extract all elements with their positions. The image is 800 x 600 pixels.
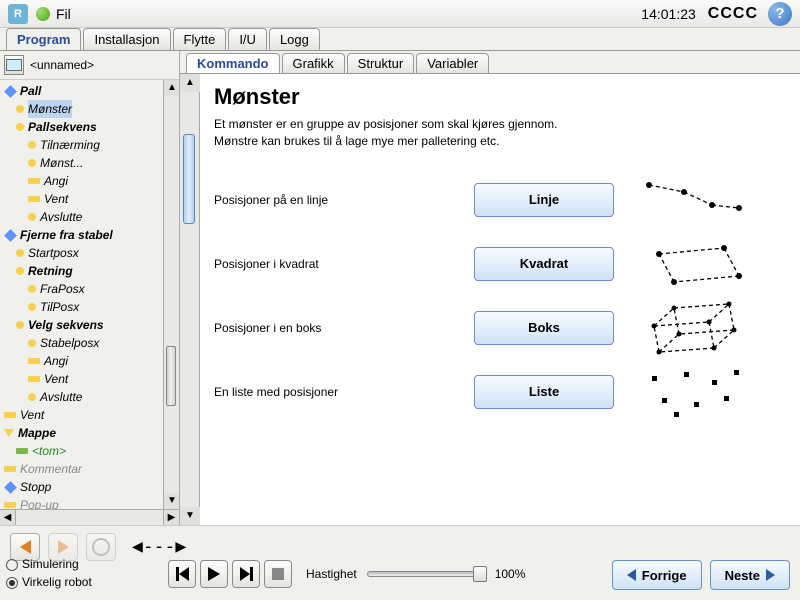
- program-tree[interactable]: Pall Mønster Pallsekvens Tilnærming Møns…: [0, 80, 163, 509]
- slider-handle[interactable]: [473, 566, 487, 582]
- tab-logg[interactable]: Logg: [269, 28, 320, 50]
- linje-button[interactable]: Linje: [474, 183, 614, 217]
- speed-label: Hastighet: [306, 567, 357, 581]
- tab-variabler[interactable]: Variabler: [416, 53, 489, 73]
- file-name: <unnamed>: [30, 58, 94, 72]
- main-tabs: Program Installasjon Flytte I/U Logg: [0, 28, 800, 50]
- radio-virkelig[interactable]: Virkelig robot: [6, 573, 92, 591]
- sub-tabs: Kommando Grafikk Struktur Variabler: [180, 53, 800, 73]
- status-dot-icon: [36, 7, 50, 21]
- row-label-boks: Posisjoner i en boks: [214, 321, 474, 335]
- tree-node-monster: Mønster: [28, 100, 72, 118]
- help-icon[interactable]: ?: [768, 2, 792, 26]
- boks-icon: [634, 298, 754, 358]
- scroll-thumb[interactable]: [183, 134, 195, 224]
- scroll-thumb[interactable]: [166, 346, 176, 406]
- scroll-down-icon[interactable]: ▼: [180, 507, 200, 525]
- tab-installasjon[interactable]: Installasjon: [83, 28, 170, 50]
- prev-button[interactable]: Forrige: [612, 560, 702, 590]
- scroll-down-icon[interactable]: ▼: [164, 493, 179, 509]
- liste-button[interactable]: Liste: [474, 375, 614, 409]
- left-pane: <unnamed> Pall Mønster Pallsekvens Tilnæ…: [0, 51, 180, 525]
- tree-vscroll[interactable]: ▲ ▼: [163, 80, 179, 509]
- ur-logo: R: [8, 4, 28, 24]
- next-button[interactable]: Neste: [710, 560, 790, 590]
- tab-kommando[interactable]: Kommando: [186, 53, 280, 73]
- row-label-linje: Posisjoner på en linje: [214, 193, 474, 207]
- page-title: Mønster: [214, 84, 786, 110]
- file-menu[interactable]: Fil: [56, 6, 71, 22]
- skip-fwd-button[interactable]: [232, 560, 260, 588]
- tab-iu[interactable]: I/U: [228, 28, 267, 50]
- right-pane: Kommando Grafikk Struktur Variabler ▲ ▼ …: [180, 51, 800, 525]
- kvadrat-button[interactable]: Kvadrat: [474, 247, 614, 281]
- mode-radios: Simulering Virkelig robot: [6, 555, 92, 591]
- clock: 14:01:23: [641, 6, 696, 22]
- tab-grafikk[interactable]: Grafikk: [282, 53, 345, 73]
- radio-simulering[interactable]: Simulering: [6, 555, 92, 573]
- speed-slider[interactable]: [367, 571, 487, 577]
- tab-program[interactable]: Program: [6, 28, 81, 50]
- page-description: Et mønster er en gruppe av posisjoner so…: [214, 116, 786, 150]
- top-bar: R Fil 14:01:23 CCCC ?: [0, 0, 800, 28]
- file-bar: <unnamed>: [0, 51, 179, 80]
- linje-icon: [634, 170, 754, 230]
- boks-button[interactable]: Boks: [474, 311, 614, 345]
- stop-button[interactable]: [264, 560, 292, 588]
- step-selector[interactable]: ◀---▶: [132, 536, 186, 557]
- tab-struktur[interactable]: Struktur: [347, 53, 415, 73]
- row-label-liste: En liste med posisjoner: [214, 385, 474, 399]
- play-button[interactable]: [200, 560, 228, 588]
- status-cccc: CCCC: [708, 5, 758, 23]
- save-icon[interactable]: [4, 55, 24, 75]
- row-label-kvadrat: Posisjoner i kvadrat: [214, 257, 474, 271]
- scroll-up-icon[interactable]: ▲: [164, 80, 179, 96]
- scroll-left-icon[interactable]: ◀: [0, 510, 16, 525]
- tab-flytte[interactable]: Flytte: [173, 28, 227, 50]
- liste-icon: [634, 362, 754, 422]
- kvadrat-icon: [634, 234, 754, 294]
- scroll-right-icon[interactable]: ▶: [163, 510, 179, 525]
- scroll-up-icon[interactable]: ▲: [180, 74, 200, 92]
- skip-back-button[interactable]: [168, 560, 196, 588]
- tree-hscroll[interactable]: ◀ ▶: [0, 509, 179, 525]
- content-panel: Mønster Et mønster er en gruppe av posis…: [200, 74, 800, 525]
- speed-value: 100%: [495, 567, 526, 581]
- content-vscroll[interactable]: ▲ ▼: [180, 74, 200, 525]
